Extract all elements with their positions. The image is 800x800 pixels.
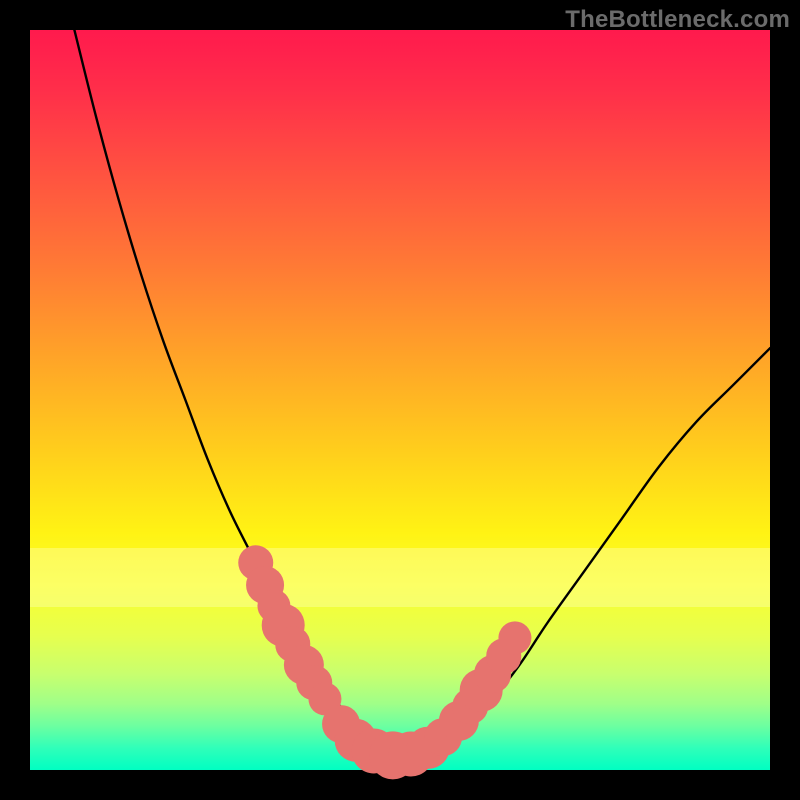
chart-frame: TheBottleneck.com (0, 0, 800, 800)
plot-area (30, 30, 770, 770)
watermark-text: TheBottleneck.com (565, 6, 790, 34)
